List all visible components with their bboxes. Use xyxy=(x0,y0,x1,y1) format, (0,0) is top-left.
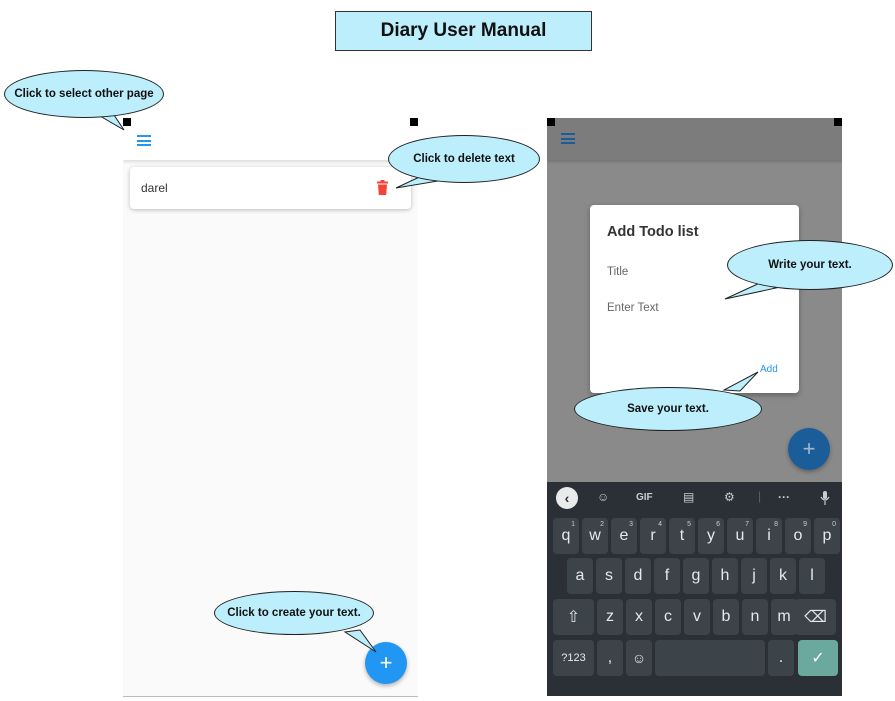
toolbar-divider: | xyxy=(758,489,762,503)
keyboard-toolbar: ‹ ☺ GIF ▤ ⚙ | ··· xyxy=(547,482,842,514)
space-key[interactable] xyxy=(655,640,765,676)
key-t[interactable]: t5 xyxy=(669,518,695,554)
add-button[interactable]: Add xyxy=(760,364,778,375)
key-f[interactable]: f xyxy=(654,558,680,594)
hamburger-menu-icon[interactable] xyxy=(137,135,151,146)
keyboard-back-icon[interactable]: ‹ xyxy=(556,487,578,509)
app-bar xyxy=(123,118,418,160)
key-m[interactable]: m xyxy=(771,599,797,635)
app-bar xyxy=(547,118,842,160)
callout-delete: Click to delete text xyxy=(388,135,540,183)
add-note-fab[interactable]: + xyxy=(788,428,830,470)
dialog-title: Add Todo list xyxy=(607,224,699,240)
clipboard-icon[interactable]: ▤ xyxy=(683,490,694,504)
gear-icon[interactable]: ⚙ xyxy=(724,490,735,504)
key-y[interactable]: y6 xyxy=(698,518,724,554)
key-k[interactable]: k xyxy=(770,558,796,594)
key-x[interactable]: x xyxy=(626,599,652,635)
manual-title: Diary User Manual xyxy=(335,11,592,51)
symbols-key[interactable]: ?123 xyxy=(553,640,594,676)
note-text: darel xyxy=(141,181,168,195)
key-r[interactable]: r4 xyxy=(640,518,666,554)
key-w[interactable]: w2 xyxy=(582,518,608,554)
callout-create: Click to create your text. xyxy=(214,591,374,635)
key-a[interactable]: a xyxy=(567,558,593,594)
soft-keyboard: ‹ ☺ GIF ▤ ⚙ | ··· q1w2e3r4t5y6u7i8o9p0 a… xyxy=(547,482,842,696)
key-j[interactable]: j xyxy=(741,558,767,594)
key-n[interactable]: n xyxy=(742,599,768,635)
key-o[interactable]: o9 xyxy=(785,518,811,554)
emoji-key[interactable]: ☺ xyxy=(626,640,652,676)
screen-corner xyxy=(547,118,555,126)
trash-icon[interactable] xyxy=(377,180,388,195)
shift-key[interactable]: ⇧ xyxy=(553,599,594,635)
add-note-fab[interactable]: + xyxy=(365,642,407,684)
comma-key[interactable]: , xyxy=(597,640,623,676)
screen-corner xyxy=(834,118,842,126)
hamburger-menu-icon[interactable] xyxy=(561,133,575,144)
backspace-key[interactable]: ⌫ xyxy=(795,599,836,635)
note-card[interactable]: darel xyxy=(130,167,411,209)
key-u[interactable]: u7 xyxy=(727,518,753,554)
screen-corner xyxy=(123,118,131,126)
key-h[interactable]: h xyxy=(712,558,738,594)
key-z[interactable]: z xyxy=(597,599,623,635)
key-v[interactable]: v xyxy=(684,599,710,635)
key-d[interactable]: d xyxy=(625,558,651,594)
text-input[interactable]: Enter Text xyxy=(607,302,659,314)
key-s[interactable]: s xyxy=(596,558,622,594)
sticker-icon[interactable]: ☺ xyxy=(597,490,609,504)
add-todo-dialog: Add Todo list Title Enter Text Add xyxy=(590,205,799,393)
key-q[interactable]: q1 xyxy=(553,518,579,554)
callout-select-page: Click to select other page xyxy=(4,70,164,118)
callout-write: Write your text. xyxy=(727,240,893,290)
callout-save: Save your text. xyxy=(574,387,762,431)
key-p[interactable]: p0 xyxy=(814,518,840,554)
more-icon[interactable]: ··· xyxy=(778,490,790,504)
key-l[interactable]: l xyxy=(799,558,825,594)
gif-button[interactable]: GIF xyxy=(636,492,653,503)
key-e[interactable]: e3 xyxy=(611,518,637,554)
enter-key[interactable]: ✓ xyxy=(798,640,838,676)
key-c[interactable]: c xyxy=(655,599,681,635)
microphone-icon[interactable] xyxy=(820,491,830,505)
title-input[interactable]: Title xyxy=(607,266,628,278)
screen-corner xyxy=(410,118,418,126)
period-key[interactable]: . xyxy=(768,640,794,676)
key-b[interactable]: b xyxy=(713,599,739,635)
key-g[interactable]: g xyxy=(683,558,709,594)
key-i[interactable]: i8 xyxy=(756,518,782,554)
